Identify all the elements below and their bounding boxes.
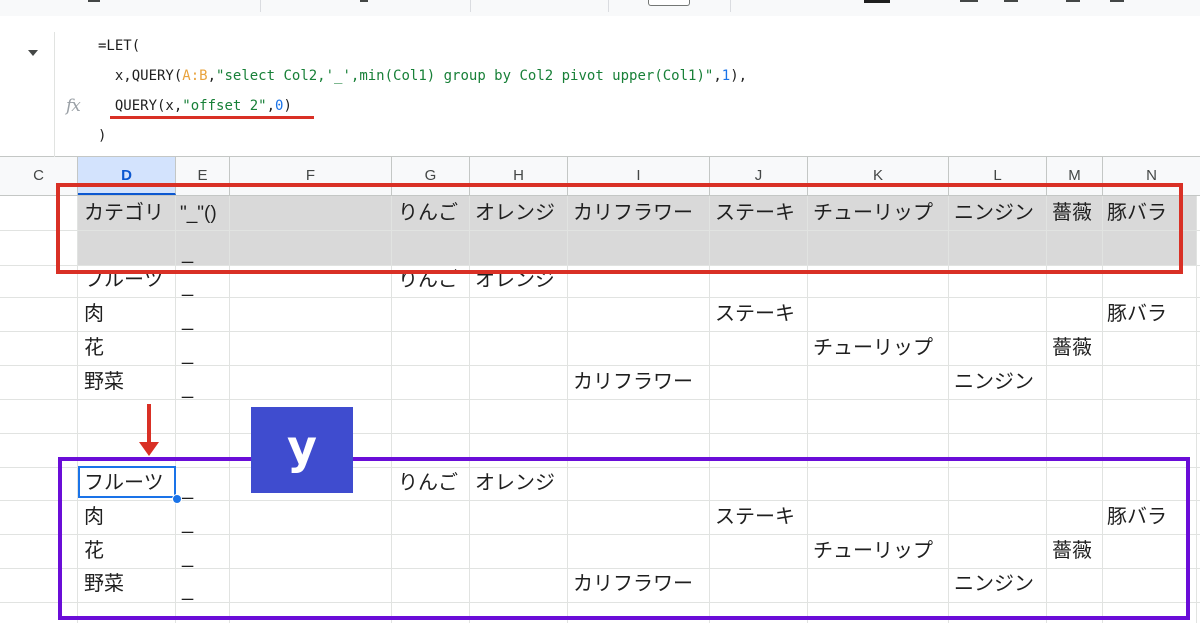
cell-top-vegetable-underscore[interactable]: _ [182, 378, 193, 398]
toolbar-icon[interactable] [360, 0, 368, 2]
cell-top-cauliflower[interactable]: カリフラワー [573, 372, 693, 392]
borders-icon[interactable] [960, 0, 978, 2]
toolbar [0, 0, 1200, 16]
cell-top-fruit-underscore[interactable]: _ [182, 276, 193, 296]
cell-top-flower-underscore[interactable]: _ [182, 344, 193, 364]
toolbar-icon[interactable] [88, 0, 100, 2]
cell-top-flower[interactable]: 花 [84, 338, 104, 358]
fill-handle[interactable] [172, 494, 182, 504]
formula-line-4[interactable]: ) [98, 128, 106, 144]
cell-top-meat[interactable]: 肉 [84, 304, 104, 324]
text-color-icon[interactable] [864, 0, 890, 3]
result-highlight-box [58, 457, 1190, 620]
formula-underline-highlight [110, 116, 314, 119]
toolbar-divider [608, 0, 609, 12]
formula-bar[interactable]: fx =LET( x,QUERY(A:B,"select Col2,'_',mi… [0, 16, 1200, 172]
formula-line-2[interactable]: x,QUERY(A:B,"select Col2,'_',min(Col1) g… [98, 68, 747, 84]
fx-icon: fx [66, 96, 81, 116]
y-label-badge: y [251, 407, 353, 493]
merge-icon[interactable] [1004, 0, 1018, 2]
toolbar-divider [730, 0, 731, 12]
font-size-field[interactable] [648, 0, 690, 6]
down-arrow-head-icon [139, 442, 159, 456]
align-icon[interactable] [1066, 0, 1080, 2]
header-highlight-box [56, 183, 1183, 274]
toolbar-divider [260, 0, 261, 12]
cell-top-carrot[interactable]: ニンジン [954, 372, 1034, 392]
wrap-icon[interactable] [1110, 0, 1124, 2]
name-box-dropdown-icon[interactable] [28, 50, 38, 56]
formula-line-1[interactable]: =LET( [98, 38, 140, 54]
cell-top-rose[interactable]: 薔薇 [1052, 338, 1092, 358]
formula-bar-divider [54, 32, 55, 172]
selected-cell-outline[interactable] [78, 466, 176, 498]
down-arrow-icon [147, 404, 151, 444]
cell-top-steak[interactable]: ステーキ [715, 304, 795, 324]
toolbar-divider [470, 0, 471, 12]
formula-line-3[interactable]: QUERY(x,"offset 2",0) [98, 98, 292, 114]
cell-top-vegetable[interactable]: 野菜 [84, 372, 124, 392]
cell-top-meat-underscore[interactable]: _ [182, 310, 193, 330]
cell-top-pork-belly[interactable]: 豚バラ [1107, 304, 1167, 324]
cell-top-tulip[interactable]: チューリップ [813, 338, 933, 358]
